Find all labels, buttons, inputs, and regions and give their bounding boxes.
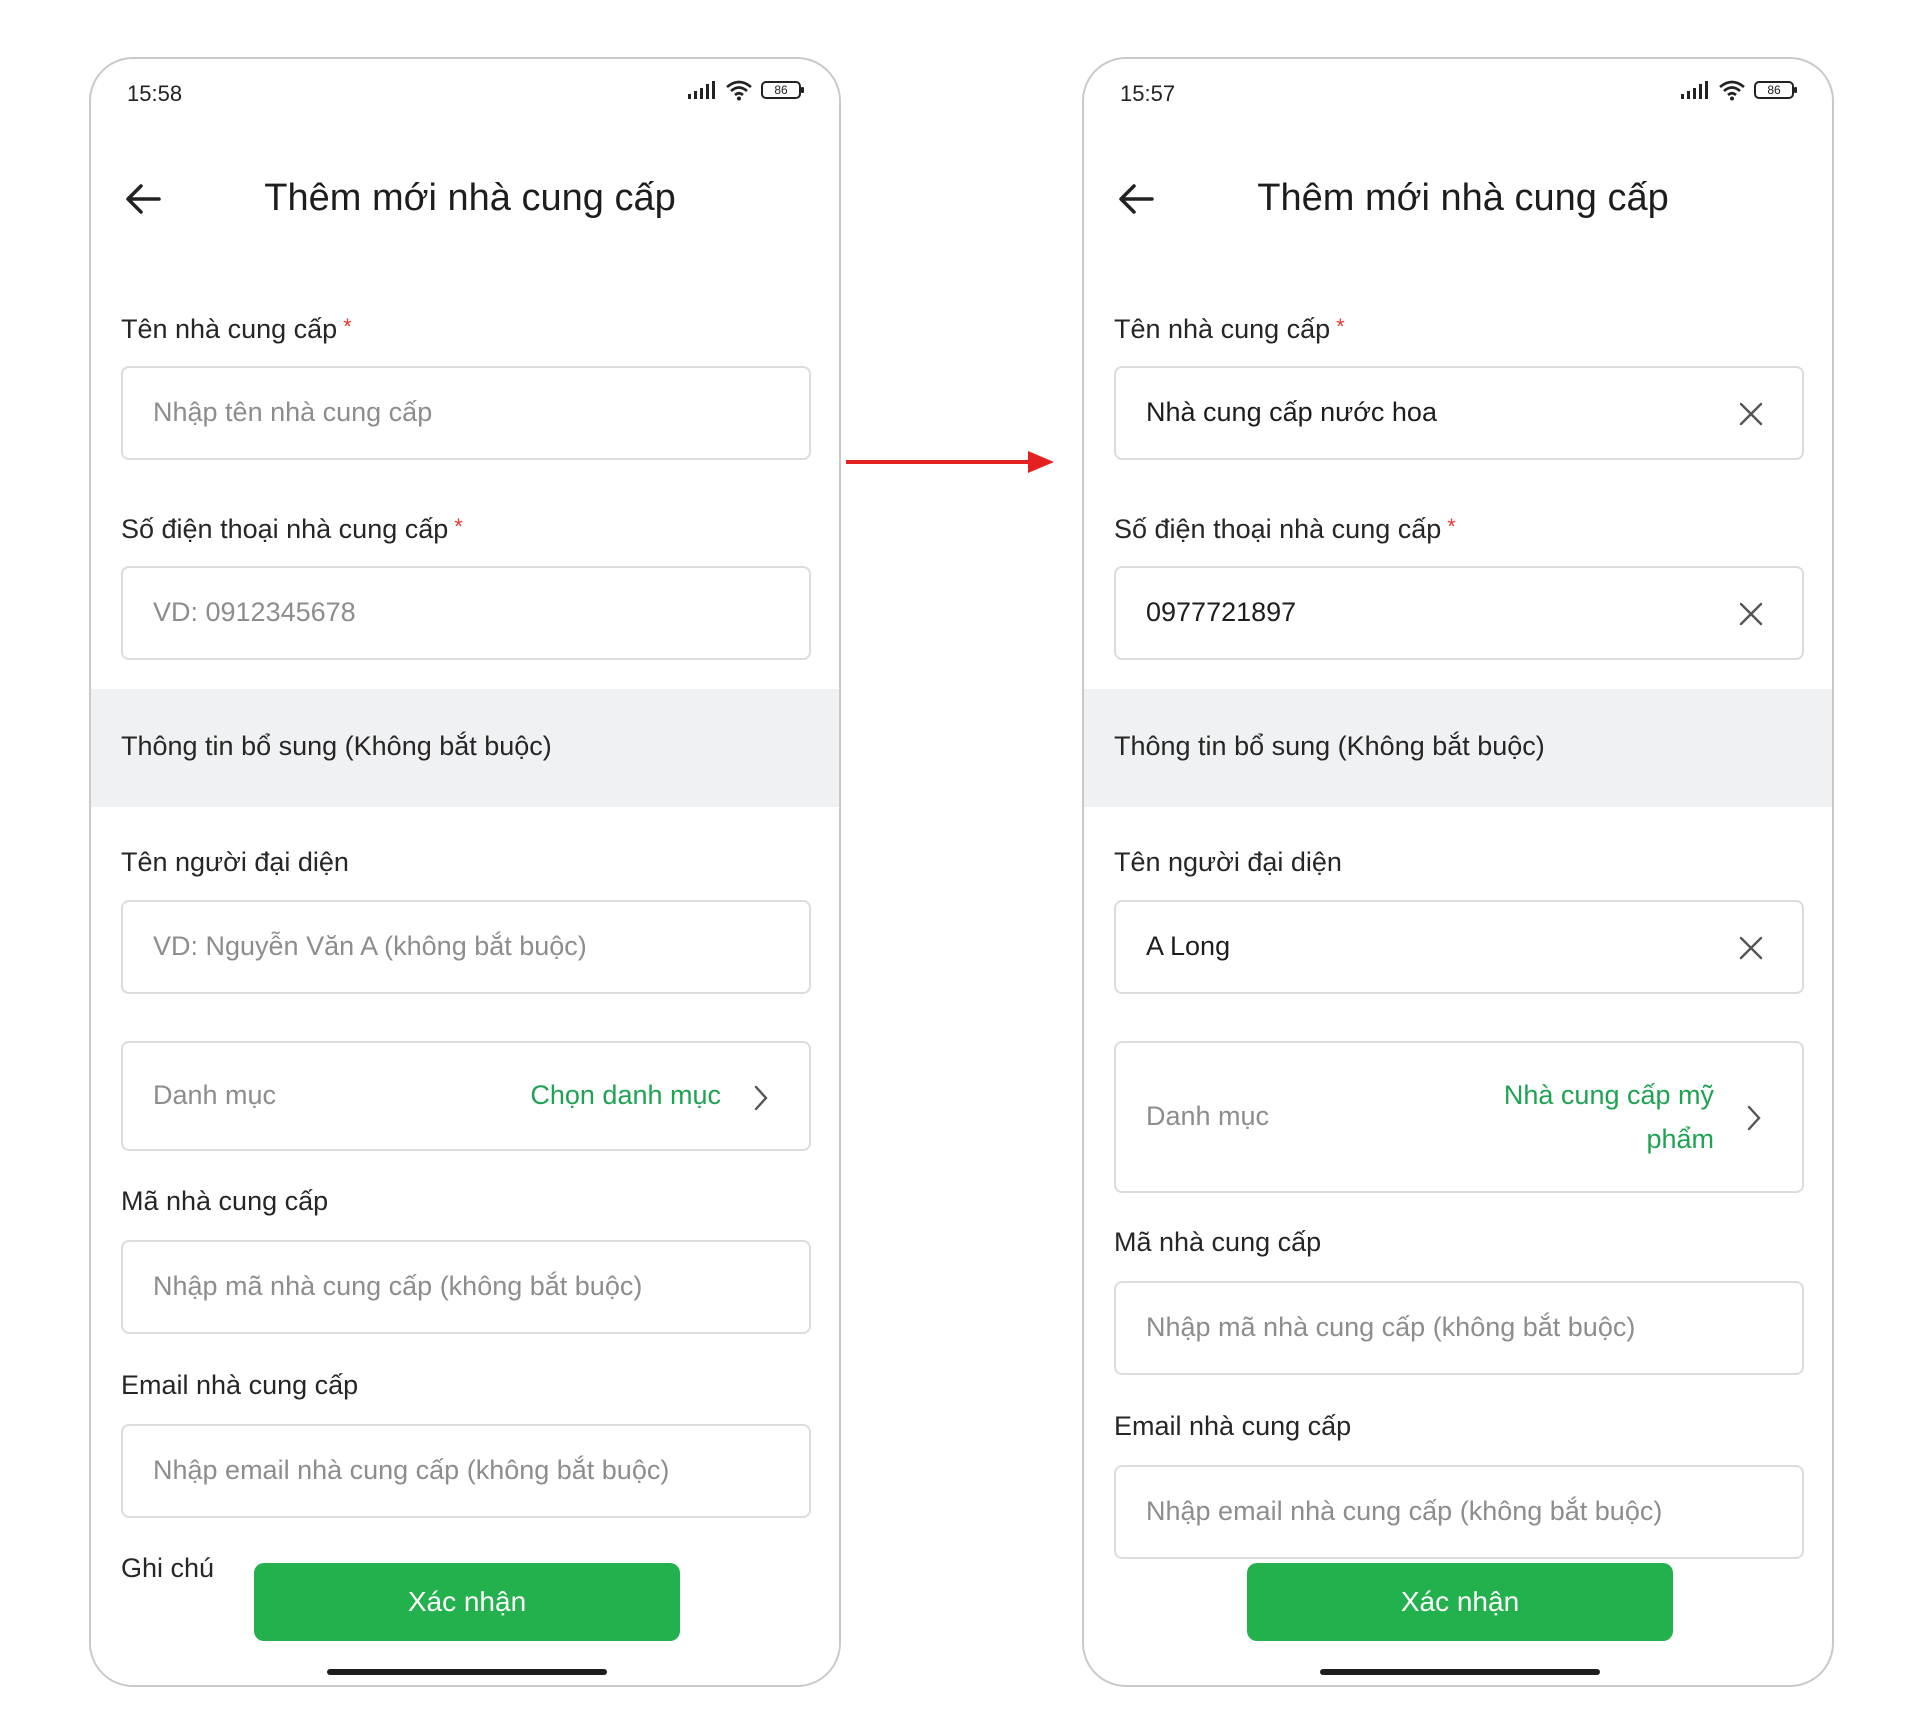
required-marker: *: [454, 514, 463, 539]
phone-placeholder: VD: 0912345678: [153, 597, 356, 627]
supplier-name-label: Tên nhà cung cấp *: [121, 314, 352, 344]
chevron-right-icon: [754, 1085, 768, 1111]
phone-label: Số điện thoại nhà cung cấp *: [1114, 514, 1456, 544]
category-label: Danh mục: [1146, 1101, 1270, 1131]
category-value: Nhà cung cấp mỹ phẩm: [1503, 1080, 1714, 1154]
optional-section-title: Thông tin bổ sung (Không bắt buộc): [1114, 731, 1545, 761]
status-bar: 15:58 86: [91, 59, 839, 119]
email-input[interactable]: Nhập email nhà cung cấp (không bắt buộc): [121, 1424, 811, 1518]
phone-value: 0977721897: [1146, 597, 1297, 627]
chevron-right-icon: [1747, 1105, 1761, 1131]
wifi-icon: [726, 80, 752, 101]
home-indicator: [1320, 1669, 1600, 1675]
page-title: Thêm mới nhà cung cấp: [264, 177, 676, 219]
supplier-name-input[interactable]: Nhà cung cấp nước hoa: [1114, 366, 1804, 460]
email-placeholder: Nhập email nhà cung cấp (không bắt buộc): [1146, 1496, 1663, 1526]
phone-input[interactable]: VD: 0912345678: [121, 566, 811, 660]
email-placeholder: Nhập email nhà cung cấp (không bắt buộc): [153, 1455, 670, 1485]
category-select[interactable]: Danh mục Chọn danh mục: [121, 1041, 811, 1151]
phone-screen-before: 15:58 86 Thêm mới nhà cung cấp Tên nhà c…: [89, 57, 841, 1687]
representative-input[interactable]: A Long: [1114, 900, 1804, 994]
phone-label: Số điện thoại nhà cung cấp *: [121, 514, 463, 544]
clear-icon[interactable]: [1738, 401, 1764, 427]
phone-screen-after: 15:57 86 Thêm mới nhà cung cấp Tên nhà c…: [1082, 57, 1834, 1687]
status-bar: 15:57 86: [1084, 59, 1832, 119]
required-marker: *: [1447, 514, 1456, 539]
supplier-name-input[interactable]: Nhập tên nhà cung cấp: [121, 366, 811, 460]
email-label: Email nhà cung cấp: [1114, 1411, 1352, 1441]
category-label: Danh mục: [153, 1080, 277, 1110]
optional-section-header: Thông tin bổ sung (Không bắt buộc): [91, 689, 839, 807]
confirm-button[interactable]: Xác nhận: [254, 1563, 680, 1641]
app-header: Thêm mới nhà cung cấp: [1084, 159, 1832, 239]
representative-placeholder: VD: Nguyễn Văn A (không bắt buộc): [153, 931, 587, 961]
supplier-name-value: Nhà cung cấp nước hoa: [1146, 397, 1437, 427]
supplier-code-label: Mã nhà cung cấp: [1114, 1227, 1322, 1257]
status-time: 15:58: [127, 81, 183, 106]
supplier-code-input[interactable]: Nhập mã nhà cung cấp (không bắt buộc): [1114, 1281, 1804, 1375]
wifi-icon: [1719, 80, 1745, 101]
required-marker: *: [1336, 314, 1345, 339]
required-marker: *: [343, 314, 352, 339]
clear-icon[interactable]: [1738, 601, 1764, 627]
clear-icon[interactable]: [1738, 935, 1764, 961]
representative-input[interactable]: VD: Nguyễn Văn A (không bắt buộc): [121, 900, 811, 994]
email-label: Email nhà cung cấp: [121, 1370, 359, 1400]
category-select[interactable]: Danh mục Nhà cung cấp mỹ phẩm: [1114, 1041, 1804, 1193]
confirm-button[interactable]: Xác nhận: [1247, 1563, 1673, 1641]
supplier-code-placeholder: Nhập mã nhà cung cấp (không bắt buộc): [153, 1271, 643, 1301]
category-value: Chọn danh mục: [530, 1080, 721, 1110]
supplier-name-placeholder: Nhập tên nhà cung cấp: [153, 397, 433, 427]
phone-input[interactable]: 0977721897: [1114, 566, 1804, 660]
representative-label: Tên người đại diện: [121, 847, 349, 877]
status-time: 15:57: [1120, 81, 1176, 106]
home-indicator: [327, 1669, 607, 1675]
optional-section-title: Thông tin bổ sung (Không bắt buộc): [121, 731, 552, 761]
signal-icon: [688, 81, 715, 99]
app-header: Thêm mới nhà cung cấp: [91, 159, 839, 239]
battery-icon: 86: [761, 81, 804, 99]
supplier-code-placeholder: Nhập mã nhà cung cấp (không bắt buộc): [1146, 1312, 1636, 1342]
signal-icon: [1681, 81, 1708, 99]
note-label: Ghi chú: [121, 1553, 215, 1583]
representative-label: Tên người đại diện: [1114, 847, 1342, 877]
email-input[interactable]: Nhập email nhà cung cấp (không bắt buộc): [1114, 1465, 1804, 1559]
supplier-code-input[interactable]: Nhập mã nhà cung cấp (không bắt buộc): [121, 1240, 811, 1334]
transition-arrow-icon: [846, 451, 1054, 473]
representative-value: A Long: [1146, 931, 1231, 961]
supplier-code-label: Mã nhà cung cấp: [121, 1186, 329, 1216]
supplier-name-label: Tên nhà cung cấp *: [1114, 314, 1345, 344]
optional-section-header: Thông tin bổ sung (Không bắt buộc): [1084, 689, 1832, 807]
battery-icon: 86: [1754, 81, 1797, 99]
page-title: Thêm mới nhà cung cấp: [1257, 177, 1669, 219]
